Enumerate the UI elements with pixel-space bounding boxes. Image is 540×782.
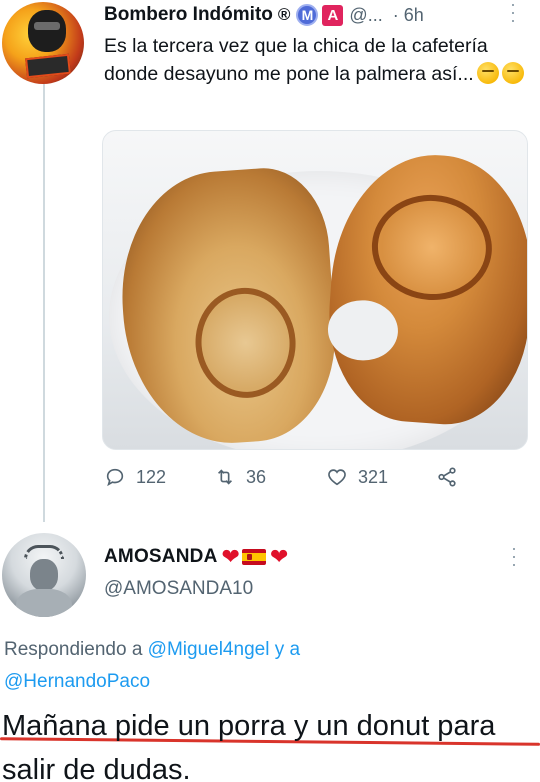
replying-and: y a <box>274 639 301 660</box>
tweet-header: Bombero Indómito ® M A @... · 6h <box>104 2 424 28</box>
thinking-face-icon <box>476 62 499 84</box>
heart-icon <box>328 469 346 486</box>
pastry-curl <box>191 284 300 402</box>
tweet-header: AMOSANDA ❤ ❤ <box>104 542 288 572</box>
share-button[interactable] <box>436 466 458 488</box>
share-icon <box>438 467 456 487</box>
reply-icon <box>106 468 124 487</box>
helmet-figure <box>28 10 66 52</box>
more-options-icon[interactable]: · · · <box>509 0 517 29</box>
statue-crown <box>24 545 64 559</box>
author-handle[interactable]: @... <box>349 5 382 26</box>
pastry-curl <box>368 190 496 305</box>
retweet-count: 36 <box>246 466 267 487</box>
statue-head <box>30 559 58 591</box>
replying-prefix: Respondiendo a <box>4 639 143 660</box>
tweet-text: Es la tercera vez que la chica de la caf… <box>104 32 524 88</box>
retweet-button[interactable]: 36 <box>214 466 266 488</box>
pastry-left <box>113 164 343 449</box>
red-heart-icon: ❤ <box>221 544 240 569</box>
statue-body <box>16 589 72 617</box>
like-count: 321 <box>358 466 389 487</box>
author-name[interactable]: AMOSANDA <box>104 546 218 568</box>
thinking-face-icon <box>501 62 524 84</box>
a-badge-icon: A <box>322 4 344 26</box>
helmet-visor <box>34 22 60 30</box>
spain-flag-icon <box>241 549 266 565</box>
author-handle[interactable]: @AMOSANDA10 <box>104 578 253 600</box>
mention-link[interactable]: @HernandoPaco <box>4 671 150 692</box>
replying-to: Respondiendo a @Miguel4ngel y a @Hernand… <box>4 634 524 698</box>
retweet-icon <box>217 469 233 485</box>
red-heart-icon: ❤ <box>269 544 289 569</box>
avatar[interactable] <box>2 2 84 84</box>
author-name[interactable]: Bombero Indómito <box>104 4 273 26</box>
reply-count: 122 <box>136 466 167 487</box>
m-badge-icon: M <box>296 4 319 26</box>
timestamp[interactable]: · 6h <box>393 5 424 26</box>
like-button[interactable]: 321 <box>326 466 388 488</box>
tweet-body: Es la tercera vez que la chica de la caf… <box>104 35 488 85</box>
mention-link[interactable]: @Miguel4ngel <box>148 639 270 660</box>
avatar[interactable] <box>2 533 86 617</box>
more-options-icon[interactable]: · · · <box>510 539 518 573</box>
sign-shape <box>25 53 71 79</box>
tweet-photo[interactable] <box>102 130 528 450</box>
registered-symbol: ® <box>277 5 291 24</box>
tweet-text: Mañana pide un porra y un donut para sal… <box>2 710 496 782</box>
thread-line <box>43 82 45 522</box>
pastry-gap <box>325 297 400 363</box>
reply-button[interactable]: 122 <box>104 466 166 488</box>
